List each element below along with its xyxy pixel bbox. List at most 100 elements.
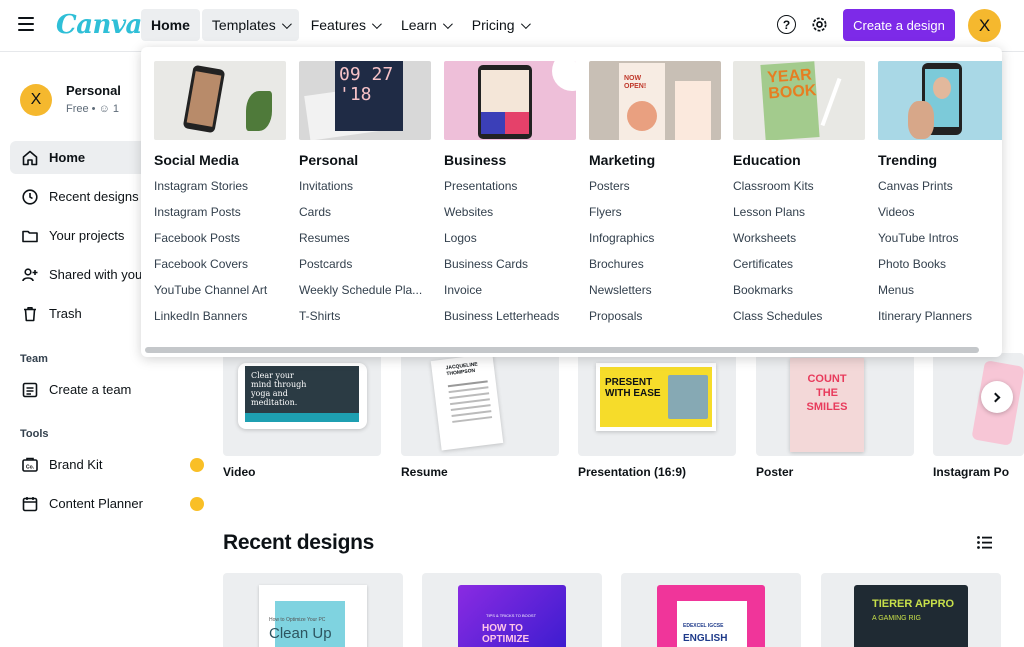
- template-link[interactable]: Bookmarks: [733, 283, 865, 298]
- design-card-presentation[interactable]: PRESENT WITH EASE: [578, 353, 736, 456]
- template-link[interactable]: Websites: [444, 205, 576, 220]
- template-link[interactable]: Weekly Schedule Pla...: [299, 283, 431, 298]
- templates-heading[interactable]: Education: [733, 152, 865, 168]
- template-link[interactable]: Class Schedules: [733, 309, 865, 324]
- template-link[interactable]: Instagram Stories: [154, 179, 286, 194]
- social-media-thumbnail[interactable]: [154, 61, 286, 140]
- sidebar-item-content-planner[interactable]: Content Planner: [10, 487, 210, 520]
- templates-column-trending: Trending Canvas Prints Videos YouTube In…: [878, 61, 1002, 324]
- template-link[interactable]: Business Letterheads: [444, 309, 576, 324]
- design-card-resume[interactable]: JACQUELINE THOMPSON: [401, 353, 559, 456]
- recent-design-3[interactable]: EDEXCEL IGCSE ENGLISH: [621, 573, 801, 647]
- templates-column-business: Business Presentations Websites Logos Bu…: [444, 61, 576, 324]
- template-link[interactable]: Postcards: [299, 257, 431, 272]
- template-link[interactable]: Canvas Prints: [878, 179, 1002, 194]
- chevron-down-icon: [371, 18, 382, 29]
- personal-thumbnail[interactable]: 09 27 '18: [299, 61, 431, 140]
- nav-learn[interactable]: Learn: [391, 9, 460, 41]
- folder-icon: [22, 230, 38, 242]
- templates-heading[interactable]: Personal: [299, 152, 431, 168]
- templates-heading[interactable]: Trending: [878, 152, 1002, 168]
- template-link[interactable]: Infographics: [589, 231, 721, 246]
- template-link[interactable]: Invoice: [444, 283, 576, 298]
- templates-heading[interactable]: Business: [444, 152, 576, 168]
- template-link[interactable]: Facebook Posts: [154, 231, 286, 246]
- template-link[interactable]: T-Shirts: [299, 309, 431, 324]
- design-label-video[interactable]: Video: [223, 465, 255, 479]
- video-thumb-text: Clear your mind through yoga and meditat…: [251, 371, 307, 407]
- templates-heading[interactable]: Social Media: [154, 152, 286, 168]
- home-icon: [22, 150, 38, 165]
- recent-design-2[interactable]: TIPS & TRICKS TO BOOST HOW TO OPTIMIZE: [422, 573, 602, 647]
- resume-thumb-text: JACQUELINE THOMPSON: [445, 361, 479, 378]
- recent-thumb-sub: TIPS & TRICKS TO BOOST: [486, 613, 537, 618]
- design-card-poster[interactable]: COUNT THE SMILES: [756, 353, 914, 456]
- templates-column-personal: 09 27 '18 Personal Invitations Cards Res…: [299, 61, 431, 324]
- trending-thumbnail[interactable]: [878, 61, 1002, 140]
- template-link[interactable]: Facebook Covers: [154, 257, 286, 272]
- menu-icon[interactable]: [18, 17, 34, 31]
- template-link[interactable]: YouTube Channel Art: [154, 283, 286, 298]
- recent-design-4[interactable]: TIERER APPRO A GAMING RIG: [821, 573, 1001, 647]
- help-icon[interactable]: ?: [777, 15, 796, 34]
- design-card-video[interactable]: Clear your mind through yoga and meditat…: [223, 353, 381, 456]
- main-nav: Home Templates Features Learn Pricing: [141, 9, 538, 41]
- canva-logo[interactable]: Canva: [56, 10, 142, 40]
- template-link[interactable]: Proposals: [589, 309, 721, 324]
- template-link[interactable]: YouTube Intros: [878, 231, 1002, 246]
- sidebar-item-create-team[interactable]: Create a team: [10, 373, 210, 406]
- sidebar-item-brand-kit[interactable]: Co. Brand Kit: [10, 448, 210, 481]
- design-label-resume[interactable]: Resume: [401, 465, 448, 479]
- template-link[interactable]: Flyers: [589, 205, 721, 220]
- nav-templates[interactable]: Templates: [201, 9, 299, 41]
- recent-thumb-text: TIERER APPRO: [872, 598, 955, 610]
- horizontal-scrollbar[interactable]: [145, 347, 979, 353]
- template-link[interactable]: Logos: [444, 231, 576, 246]
- template-link[interactable]: Resumes: [299, 231, 431, 246]
- education-thumb-text: YEAR BOOK: [766, 66, 817, 103]
- marketing-thumbnail[interactable]: NOW OPEN!: [589, 61, 721, 140]
- design-label-poster[interactable]: Poster: [756, 465, 793, 479]
- nav-features[interactable]: Features: [301, 9, 389, 41]
- nav-home[interactable]: Home: [141, 9, 200, 41]
- template-link[interactable]: Brochures: [589, 257, 721, 272]
- create-design-button[interactable]: Create a design: [843, 9, 955, 41]
- crown-icon: [190, 497, 204, 511]
- business-thumbnail[interactable]: [444, 61, 576, 140]
- template-link[interactable]: Certificates: [733, 257, 865, 272]
- template-link[interactable]: Cards: [299, 205, 431, 220]
- education-thumbnail[interactable]: YEAR BOOK: [733, 61, 865, 140]
- templates-column-education: YEAR BOOK Education Classroom Kits Lesso…: [733, 61, 865, 324]
- template-link[interactable]: Posters: [589, 179, 721, 194]
- template-link[interactable]: Newsletters: [589, 283, 721, 298]
- team-icon: [22, 382, 38, 397]
- recent-design-1[interactable]: How to Optimize Your PC Clean Up: [223, 573, 403, 647]
- template-link[interactable]: Itinerary Planners: [878, 309, 1002, 324]
- avatar: X: [20, 84, 52, 116]
- template-link[interactable]: Classroom Kits: [733, 179, 865, 194]
- recent-thumb-text: HOW TO OPTIMIZE: [482, 623, 530, 645]
- presentation-thumb-text: PRESENT WITH EASE: [605, 377, 661, 399]
- templates-heading[interactable]: Marketing: [589, 152, 721, 168]
- design-label-instagram[interactable]: Instagram Po: [933, 465, 1009, 479]
- chevron-down-icon: [520, 18, 531, 29]
- design-label-presentation[interactable]: Presentation (16:9): [578, 465, 686, 479]
- template-link[interactable]: Videos: [878, 205, 1002, 220]
- template-link[interactable]: Worksheets: [733, 231, 865, 246]
- template-link[interactable]: LinkedIn Banners: [154, 309, 286, 324]
- template-link[interactable]: Photo Books: [878, 257, 1002, 272]
- gear-icon[interactable]: [810, 15, 829, 34]
- account-avatar[interactable]: X: [968, 9, 1001, 42]
- recent-thumb-sub: EDEXCEL IGCSE: [683, 623, 724, 629]
- template-link[interactable]: Lesson Plans: [733, 205, 865, 220]
- template-link[interactable]: Invitations: [299, 179, 431, 194]
- template-link[interactable]: Menus: [878, 283, 1002, 298]
- list-view-icon[interactable]: [977, 536, 992, 549]
- template-link[interactable]: Business Cards: [444, 257, 576, 272]
- recent-thumb-sub: A GAMING RIG: [872, 615, 922, 622]
- carousel-next-button[interactable]: [981, 381, 1013, 413]
- marketing-thumb-text: NOW OPEN!: [624, 75, 647, 90]
- template-link[interactable]: Instagram Posts: [154, 205, 286, 220]
- nav-pricing[interactable]: Pricing: [462, 9, 538, 41]
- template-link[interactable]: Presentations: [444, 179, 576, 194]
